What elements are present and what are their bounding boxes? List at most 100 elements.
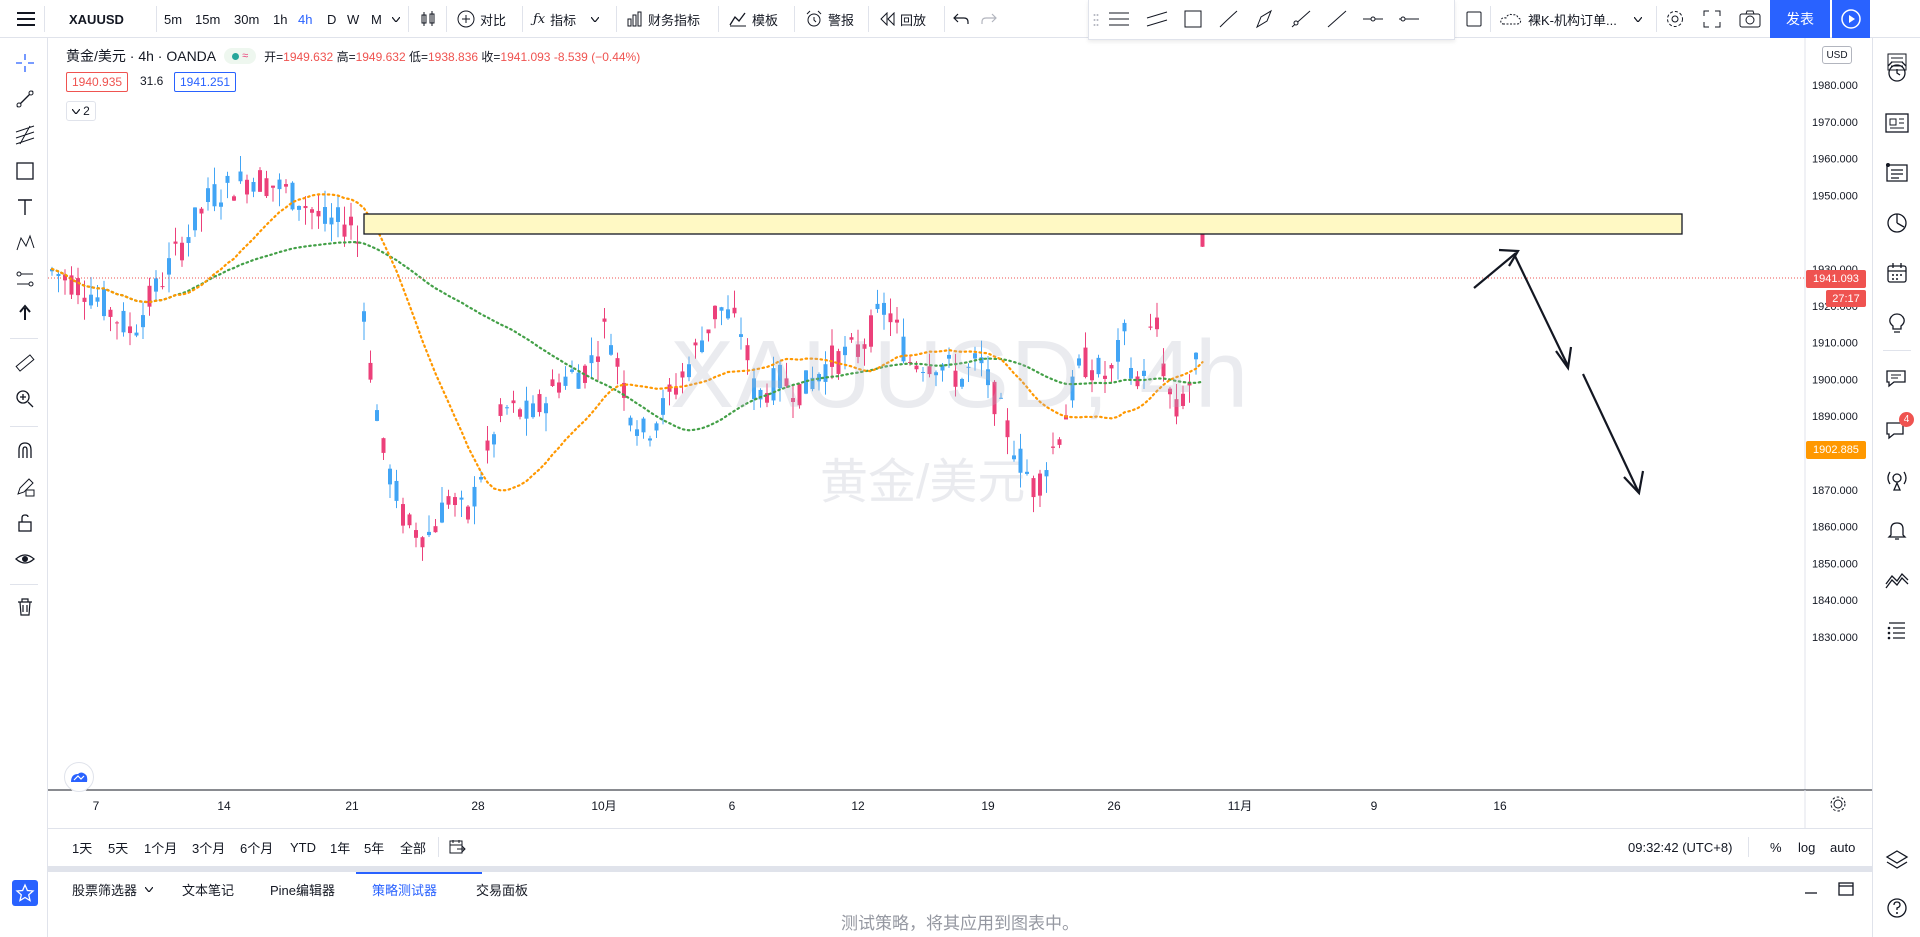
range-3m[interactable]: 3个月 — [192, 829, 225, 865]
layers-icon[interactable] — [1883, 846, 1911, 874]
fibonacci-tool-icon[interactable] — [12, 122, 38, 148]
alarm-clock-icon[interactable] — [1883, 58, 1911, 86]
trading-icon[interactable] — [1883, 566, 1911, 594]
data-window-icon[interactable] — [1883, 159, 1911, 187]
tradingview-logo-icon[interactable] — [64, 762, 94, 792]
notifications-chat-icon[interactable]: 4 — [1883, 412, 1914, 444]
text-tool-icon[interactable] — [12, 194, 38, 220]
indicators-collapse-toggle[interactable]: 2 — [66, 101, 96, 121]
tab-strategy-tester[interactable]: 策略测试器 — [372, 872, 437, 906]
object-tree-icon[interactable] — [1883, 616, 1911, 644]
timeframe-dropdown-icon[interactable] — [392, 0, 400, 38]
camera-icon[interactable] — [1736, 0, 1764, 38]
indicators-button[interactable]: ƒx 指标 — [530, 0, 602, 38]
play-button[interactable] — [1832, 0, 1870, 38]
alert-button[interactable]: 警报 — [802, 0, 857, 38]
timeframe-5m[interactable]: 5m — [164, 0, 182, 38]
bell-icon[interactable] — [1883, 516, 1911, 544]
range-all[interactable]: 全部 — [400, 829, 426, 865]
tab-text-notes[interactable]: 文本笔记 — [182, 872, 234, 906]
arrow-up-leg[interactable] — [1473, 252, 1517, 289]
templates-button[interactable]: 模板 — [726, 0, 781, 38]
range-5d[interactable]: 5天 — [108, 829, 128, 865]
range-1m[interactable]: 1个月 — [144, 829, 177, 865]
clock-timezone[interactable]: 09:32:42 (UTC+8) — [1628, 829, 1732, 865]
timeframe-30m[interactable]: 30m — [234, 0, 259, 38]
auto-scale-toggle[interactable]: auto — [1830, 829, 1855, 865]
range-1d[interactable]: 1天 — [72, 829, 92, 865]
publish-button[interactable]: 发表 — [1770, 0, 1830, 38]
trend-line-tool-icon[interactable] — [12, 86, 38, 112]
horizontal-lines-icon[interactable] — [1107, 8, 1131, 30]
lock-drawings-pencil-icon[interactable] — [12, 474, 38, 500]
calendar-icon[interactable] — [1883, 259, 1911, 287]
pen-icon[interactable] — [1253, 8, 1277, 30]
timeframe-1h[interactable]: 1h — [273, 0, 287, 38]
ideas-lightbulb-icon[interactable] — [1883, 309, 1911, 337]
brush-icon[interactable] — [1217, 8, 1241, 30]
redo-button[interactable] — [978, 0, 1000, 38]
compare-button[interactable]: 对比 — [454, 0, 509, 38]
ray-icon[interactable] — [1289, 8, 1313, 30]
price-axis-labels[interactable]: 1980.0001970.0001960.0001950.0001930.000… — [1812, 80, 1858, 644]
timeframe-15m[interactable]: 15m — [195, 0, 220, 38]
pattern-tool-icon[interactable] — [12, 230, 38, 256]
percent-scale-toggle[interactable]: % — [1770, 829, 1782, 865]
shape-icon[interactable] — [1462, 0, 1486, 38]
layout-selector[interactable]: 裸K-机构订单... — [1496, 0, 1645, 38]
prediction-tool-icon[interactable] — [12, 266, 38, 292]
arrow-down-leg-1[interactable] — [1513, 253, 1569, 367]
trend-line-icon[interactable] — [1325, 8, 1349, 30]
hotlist-icon[interactable] — [1883, 209, 1911, 237]
magnet-icon[interactable] — [12, 438, 38, 464]
tab-stock-screener[interactable]: 股票筛选器 — [72, 872, 154, 906]
streams-icon[interactable] — [1883, 466, 1911, 494]
menu-icon[interactable] — [14, 0, 38, 38]
price-chart[interactable]: 1980.0001970.0001960.0001950.0001930.000… — [48, 38, 1872, 828]
news-icon[interactable] — [1883, 109, 1911, 137]
bid-price-button[interactable]: 1940.935 — [66, 72, 129, 92]
unlock-icon[interactable] — [12, 510, 38, 536]
range-ytd[interactable]: YTD — [290, 829, 316, 865]
fullscreen-icon[interactable] — [1700, 0, 1724, 38]
tab-trading-panel[interactable]: 交易面板 — [476, 872, 528, 906]
trash-icon[interactable] — [12, 594, 38, 620]
channel-icon[interactable] — [1145, 8, 1169, 30]
range-1y[interactable]: 1年 — [330, 829, 350, 865]
undo-button[interactable] — [950, 0, 972, 38]
timeframe-4h[interactable]: 4h — [298, 0, 312, 38]
chart-type-candles-icon[interactable] — [416, 0, 440, 38]
arrow-down-leg-2[interactable] — [1582, 373, 1639, 492]
arrow-up-icon[interactable] — [12, 300, 38, 326]
currency-label[interactable]: USD — [1822, 46, 1852, 64]
timeframe-d[interactable]: D — [327, 0, 336, 38]
range-5y[interactable]: 5年 — [364, 829, 384, 865]
star-favorite-icon[interactable] — [12, 880, 38, 906]
symbol-search[interactable]: XAUUSD — [66, 0, 127, 38]
ask-price-button[interactable]: 1941.251 — [174, 72, 237, 92]
settings-gear-icon[interactable] — [1662, 0, 1688, 38]
horizontal-line-icon[interactable] — [1397, 8, 1421, 30]
rectangle-tool-icon[interactable] — [12, 158, 38, 184]
chat-icon[interactable] — [1883, 364, 1911, 392]
minimize-panel-icon[interactable] — [1804, 872, 1818, 906]
eye-icon[interactable] — [12, 546, 38, 572]
go-to-date-icon[interactable] — [448, 829, 466, 865]
zoom-in-icon[interactable] — [12, 386, 38, 412]
market-status-badge[interactable]: ≈ — [224, 48, 257, 64]
tab-pine-editor[interactable]: Pine编辑器 — [270, 872, 335, 906]
horizontal-ray-icon[interactable] — [1361, 8, 1385, 30]
financials-button[interactable]: 财务指标 — [624, 0, 703, 38]
supply-zone-rectangle[interactable] — [363, 213, 1683, 235]
timeframe-w[interactable]: W — [347, 0, 359, 38]
range-6m[interactable]: 6个月 — [240, 829, 273, 865]
axis-settings-gear-icon[interactable] — [1830, 796, 1846, 812]
maximize-panel-icon[interactable] — [1838, 872, 1854, 906]
crosshair-icon[interactable] — [12, 50, 38, 76]
help-circle-icon[interactable] — [1883, 894, 1911, 922]
rectangle-icon[interactable] — [1181, 8, 1205, 30]
ruler-icon[interactable] — [12, 350, 38, 376]
time-axis-labels[interactable]: 7 14 21 28 10月 6 12 19 26 11月 9 16 — [93, 799, 1507, 813]
timeframe-m[interactable]: M — [371, 0, 382, 38]
replay-button[interactable]: 回放 — [876, 0, 929, 38]
